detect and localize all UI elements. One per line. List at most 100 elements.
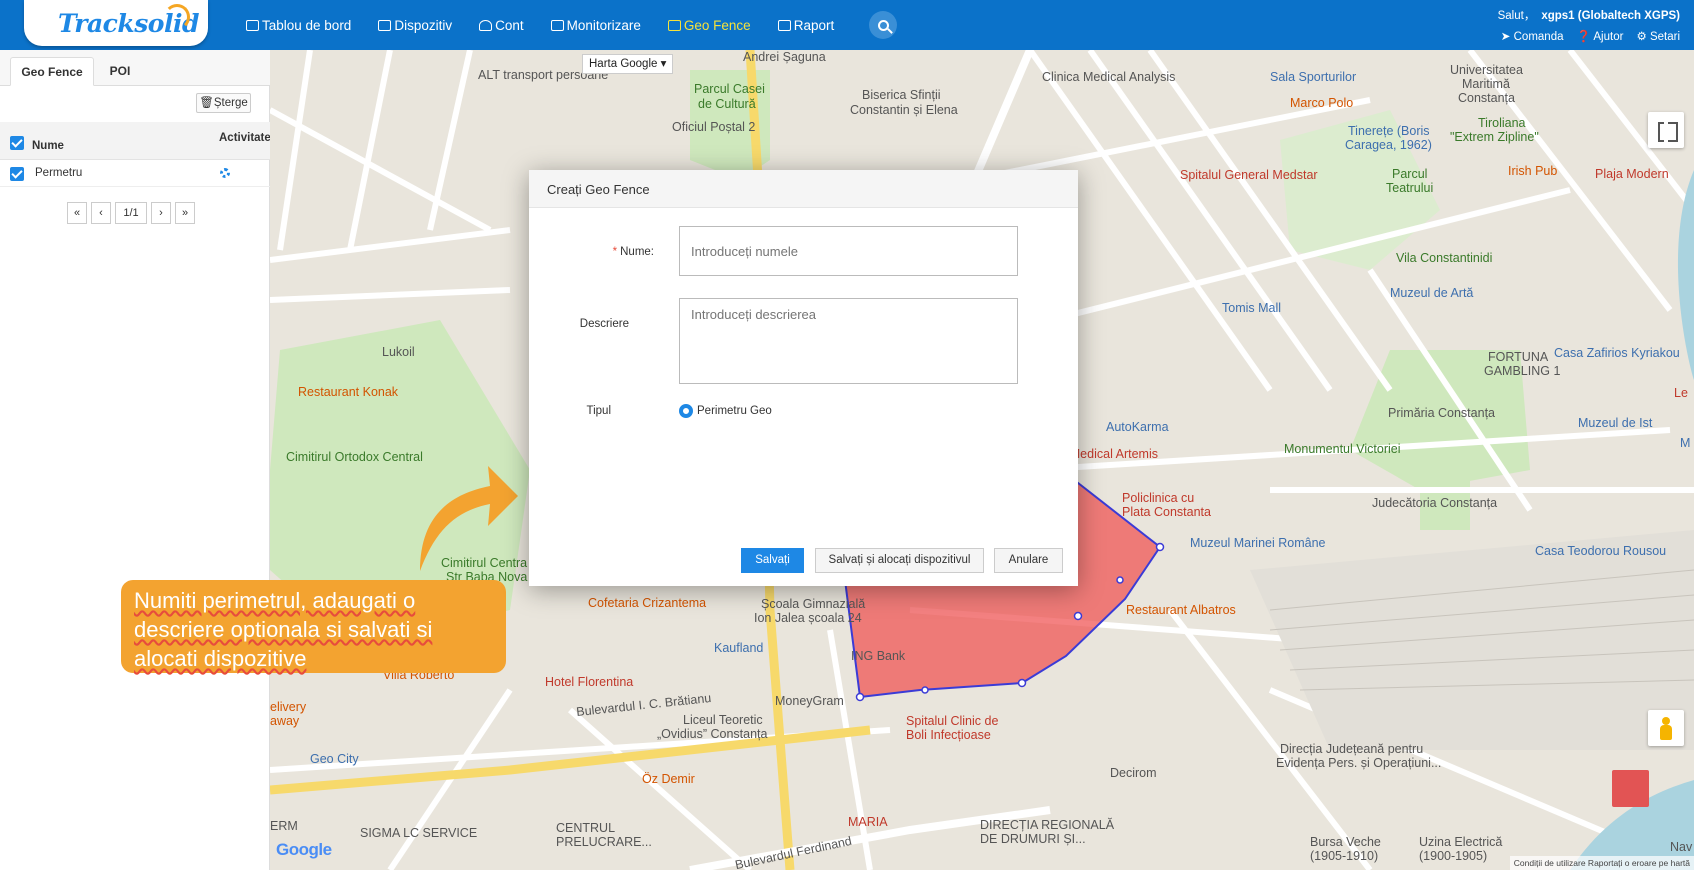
select-all-checkbox[interactable] [10,136,24,150]
map-label: Vila Constantinidi [1396,251,1493,265]
map-label: Casa Zafirios Kyriakou [1554,346,1680,360]
map-label: Marco Polo [1290,96,1354,110]
description-field[interactable] [679,298,1018,384]
map-label: Boli Infecțioase [906,728,991,742]
first-page-button[interactable]: « [67,202,87,224]
fullscreen-button[interactable] [1648,112,1684,148]
save-and-assign-button[interactable]: Salvați și alocați dispozitivul [815,548,984,573]
table-row[interactable]: Permetru [0,161,270,187]
create-geofence-dialog: Creați Geo Fence *Nume: Descriere Tipul … [529,170,1078,586]
map-footer[interactable]: Condiții de utilizare Raportați o eroare… [1509,856,1694,870]
name-field[interactable] [679,226,1018,276]
nav-dashboard[interactable]: Tablou de bord [246,18,351,33]
nav-geo-fence[interactable]: Geo Fence [667,18,751,33]
map-label: PRELUCRARE... [556,835,652,849]
username[interactable]: xgps1 (Globaltech XGPS) [1541,10,1680,22]
map-label: Plaja Modern [1595,167,1669,181]
nav-monitoring[interactable]: Monitorizare [550,17,641,33]
callout-text: Numiti perimetrul, adaugati o descriere … [134,588,433,671]
map-label: Hotel Florentina [545,675,634,689]
row-checkbox[interactable] [10,167,24,181]
geo-perimeter-label[interactable]: Perimetru Geo [697,405,772,417]
users-icon [479,19,493,31]
map-label: Uzina Electrică [1419,835,1503,849]
map-label: Irish Pub [1508,164,1558,178]
top-bar: Tracksolid Tablou de bord Dispozitiv Con… [0,0,1694,50]
map-label: Sala Sporturilor [1270,70,1357,84]
map-label: "Extrem Zipline" [1450,130,1539,144]
logo[interactable]: Tracksolid [24,0,208,46]
map-label: Plata Constanta [1122,505,1211,519]
map-label: Bursa Veche [1310,835,1381,849]
nav-account[interactable]: Cont [479,18,524,33]
instruction-callout: Numiti perimetrul, adaugati o descriere … [121,580,506,673]
name-label-text: Nume: [620,246,654,258]
map-label: Parcul [1392,167,1428,181]
map-label: Constanța [1458,91,1515,105]
trash-icon: 🗑 [199,97,214,109]
color-marker-button[interactable] [1612,770,1649,807]
type-label: Tipul [586,405,612,417]
map-label: CENTRUL [556,821,616,835]
map-label: Biserica Sfinții [862,88,941,102]
nav-report[interactable]: Raport [777,17,835,33]
map-label: Policlinica cu [1122,491,1195,505]
dashboard-icon [246,19,259,31]
nav-label: Monitorizare [566,17,641,33]
column-active: Activitate [219,132,271,144]
delete-button[interactable]: 🗑Șterge [196,93,251,113]
save-button[interactable]: Salvați [741,548,804,573]
cancel-button[interactable]: Anulare [994,548,1063,573]
search-button[interactable] [869,11,897,39]
map-label: Decirom [1110,766,1157,780]
gear-icon[interactable] [220,168,230,178]
map-label: Muzeul de Artă [1390,286,1474,300]
map-label: Judecătoria Constanța [1372,496,1498,510]
tab-poi[interactable]: POI [100,57,140,86]
map-label: SIGMA LC SERVICE [360,826,478,840]
map-label: (1905-1910) [1310,849,1379,863]
map-label: Öz Demir [642,772,695,786]
command-label: Comanda [1513,31,1564,43]
nav-label: Raport [793,17,835,33]
map-label: Clinica Medical Analysis [1042,70,1176,84]
map-label: Muzeul de Ist [1578,416,1653,430]
map-label: Lukoil [382,345,415,359]
map-type-dropdown[interactable]: Harta Google ▾ [582,54,674,74]
map-label: Oficiul Poștal 2 [672,120,756,134]
map-label: de Cultură [698,97,756,111]
greeting: Salut， [1497,10,1536,22]
help-link[interactable]: ❓ Ajutor [1577,29,1624,43]
map-label: Parcul Casei [694,82,765,96]
geo-perimeter-radio[interactable] [679,404,693,418]
street-view-pegman-icon[interactable] [1648,710,1684,746]
settings-link[interactable]: ⚙ Setari [1636,29,1680,43]
command-link[interactable]: ➤ Comanda [1501,29,1564,43]
help-label: Ajutor [1593,31,1624,43]
map-label: Tiroliana [1478,116,1526,130]
map-label: Kaufland [714,641,764,655]
map-label: Universitatea [1450,63,1523,77]
nav-device[interactable]: Dispozitiv [378,18,452,33]
map-label: Restaurant Albatros [1126,603,1236,617]
tab-geo-fence[interactable]: Geo Fence [10,57,94,86]
map-label: Nav [1670,840,1693,854]
map-label: MoneyGram [775,694,844,708]
map-label: Tomis Mall [1222,301,1282,315]
map-label: Liceul Teoretic [683,713,763,727]
next-page-button[interactable]: › [151,202,171,224]
car-icon [378,19,392,31]
dialog-title: Creați Geo Fence [529,170,1078,208]
map-label: Muzeul Marinei Române [1190,536,1326,550]
map-label: Tinerețe (Boris [1348,124,1430,138]
table-header: Nume Activitate [0,122,271,160]
prev-page-button[interactable]: ‹ [91,202,111,224]
description-label: Descriere [579,318,629,330]
map-label: Cofetaria Crizantema [588,596,707,610]
map-label: Ion Jalea școala 24 [754,611,862,625]
map-icon [550,19,564,31]
map-label: Caragea, 1962) [1345,138,1432,152]
search-icon [877,19,889,31]
last-page-button[interactable]: » [175,202,195,224]
map-label: away [270,714,300,728]
